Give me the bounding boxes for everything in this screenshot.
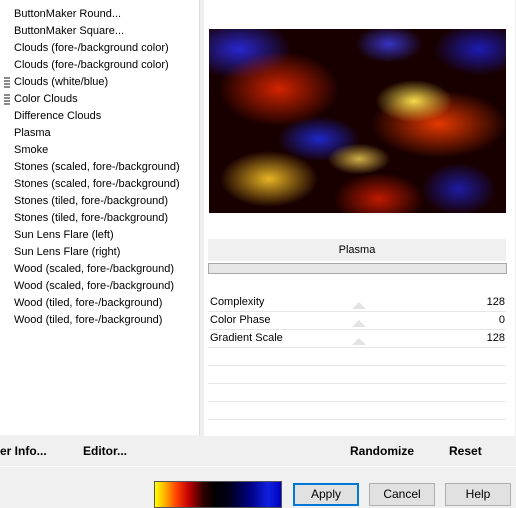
editor-button[interactable]: Editor... (83, 444, 127, 458)
list-item-smoke[interactable]: Smoke (14, 142, 48, 159)
param-value[interactable]: 0 (499, 314, 505, 326)
cancel-button[interactable]: Cancel (369, 483, 435, 506)
list-item-clouds-fore-bg-2[interactable]: Clouds (fore-/background color) (14, 57, 169, 74)
list-item-clouds-fore-bg-1[interactable]: Clouds (fore-/background color) (14, 40, 169, 57)
randomize-button[interactable]: Randomize (350, 444, 414, 458)
list-item-stones-scaled-2[interactable]: Stones (scaled, fore-/background) (14, 176, 180, 193)
slider-thumb-icon[interactable] (352, 320, 366, 327)
list-item-buttonmaker-round[interactable]: ButtonMaker Round... (14, 6, 121, 23)
param-label: Gradient Scale (210, 332, 283, 344)
param-row-empty (208, 366, 506, 384)
param-row-complexity[interactable]: Complexity 128 (208, 294, 506, 312)
param-row-empty (208, 348, 506, 366)
list-item-wood-tiled-1[interactable]: Wood (tiled, fore-/background) (14, 295, 162, 312)
param-row-empty (208, 384, 506, 402)
param-label: Color Phase (210, 314, 271, 326)
list-item-wood-scaled-2[interactable]: Wood (scaled, fore-/background) (14, 278, 174, 295)
list-item-wood-scaled-1[interactable]: Wood (scaled, fore-/background) (14, 261, 174, 278)
reset-button[interactable]: Reset (449, 444, 482, 458)
list-item-stones-tiled-1[interactable]: Stones (tiled, fore-/background) (14, 193, 168, 210)
list-item-plasma[interactable]: Plasma (14, 125, 51, 142)
list-item-sun-lens-flare-left[interactable]: Sun Lens Flare (left) (14, 227, 114, 244)
list-item-stones-scaled-1[interactable]: Stones (scaled, fore-/background) (14, 159, 180, 176)
drag-handle-icon[interactable] (4, 94, 10, 107)
plasma-preview-image (209, 29, 506, 213)
list-item-difference-clouds[interactable]: Difference Clouds (14, 108, 101, 125)
gradient-swatch[interactable] (154, 481, 282, 508)
list-item-color-clouds[interactable]: Color Clouds (14, 91, 78, 108)
param-label: Complexity (210, 296, 265, 308)
list-item-clouds-white-blue[interactable]: Clouds (white/blue) (14, 74, 108, 91)
list-item-wood-tiled-2[interactable]: Wood (tiled, fore-/background) (14, 312, 162, 329)
list-item-buttonmaker-square[interactable]: ButtonMaker Square... (14, 23, 124, 40)
slider-thumb-icon[interactable] (352, 302, 366, 309)
filter-info-button[interactable]: er Info... (0, 444, 47, 458)
apply-button[interactable]: Apply (293, 483, 359, 506)
list-item-sun-lens-flare-right[interactable]: Sun Lens Flare (right) (14, 244, 120, 261)
param-row-empty (208, 402, 506, 420)
list-item-stones-tiled-2[interactable]: Stones (tiled, fore-/background) (14, 210, 168, 227)
drag-handle-icon[interactable] (4, 77, 10, 90)
param-row-gradient-scale[interactable]: Gradient Scale 128 (208, 330, 506, 348)
param-value[interactable]: 128 (487, 296, 505, 308)
params-title: Plasma (208, 239, 506, 261)
params-progress-bar (208, 263, 507, 274)
effects-list[interactable]: ButtonMaker Round... ButtonMaker Square.… (0, 0, 200, 435)
help-button[interactable]: Help (445, 483, 511, 506)
slider-thumb-icon[interactable] (352, 338, 366, 345)
param-row-color-phase[interactable]: Color Phase 0 (208, 312, 506, 330)
param-value[interactable]: 128 (487, 332, 505, 344)
